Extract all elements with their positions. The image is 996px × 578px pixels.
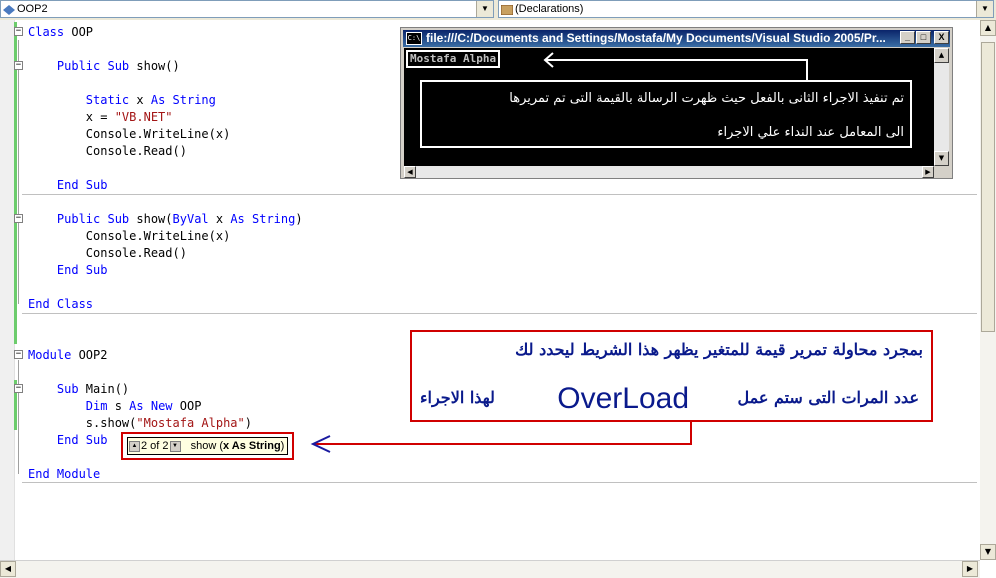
editor-horizontal-scrollbar[interactable]: ◀ ▶ — [0, 560, 980, 578]
overload-arrow — [313, 422, 692, 445]
scroll-right-icon[interactable]: ▶ — [962, 561, 978, 577]
scroll-left-icon[interactable]: ◀ — [0, 561, 16, 577]
scroll-thumb[interactable] — [981, 42, 995, 332]
editor-vertical-scrollbar[interactable]: ▲ ▼ — [980, 20, 996, 560]
scroll-up-icon[interactable]: ▲ — [980, 20, 996, 36]
annotation-arrows — [310, 52, 808, 453]
console-arrow — [545, 59, 808, 80]
scroll-down-icon[interactable]: ▼ — [980, 544, 996, 560]
